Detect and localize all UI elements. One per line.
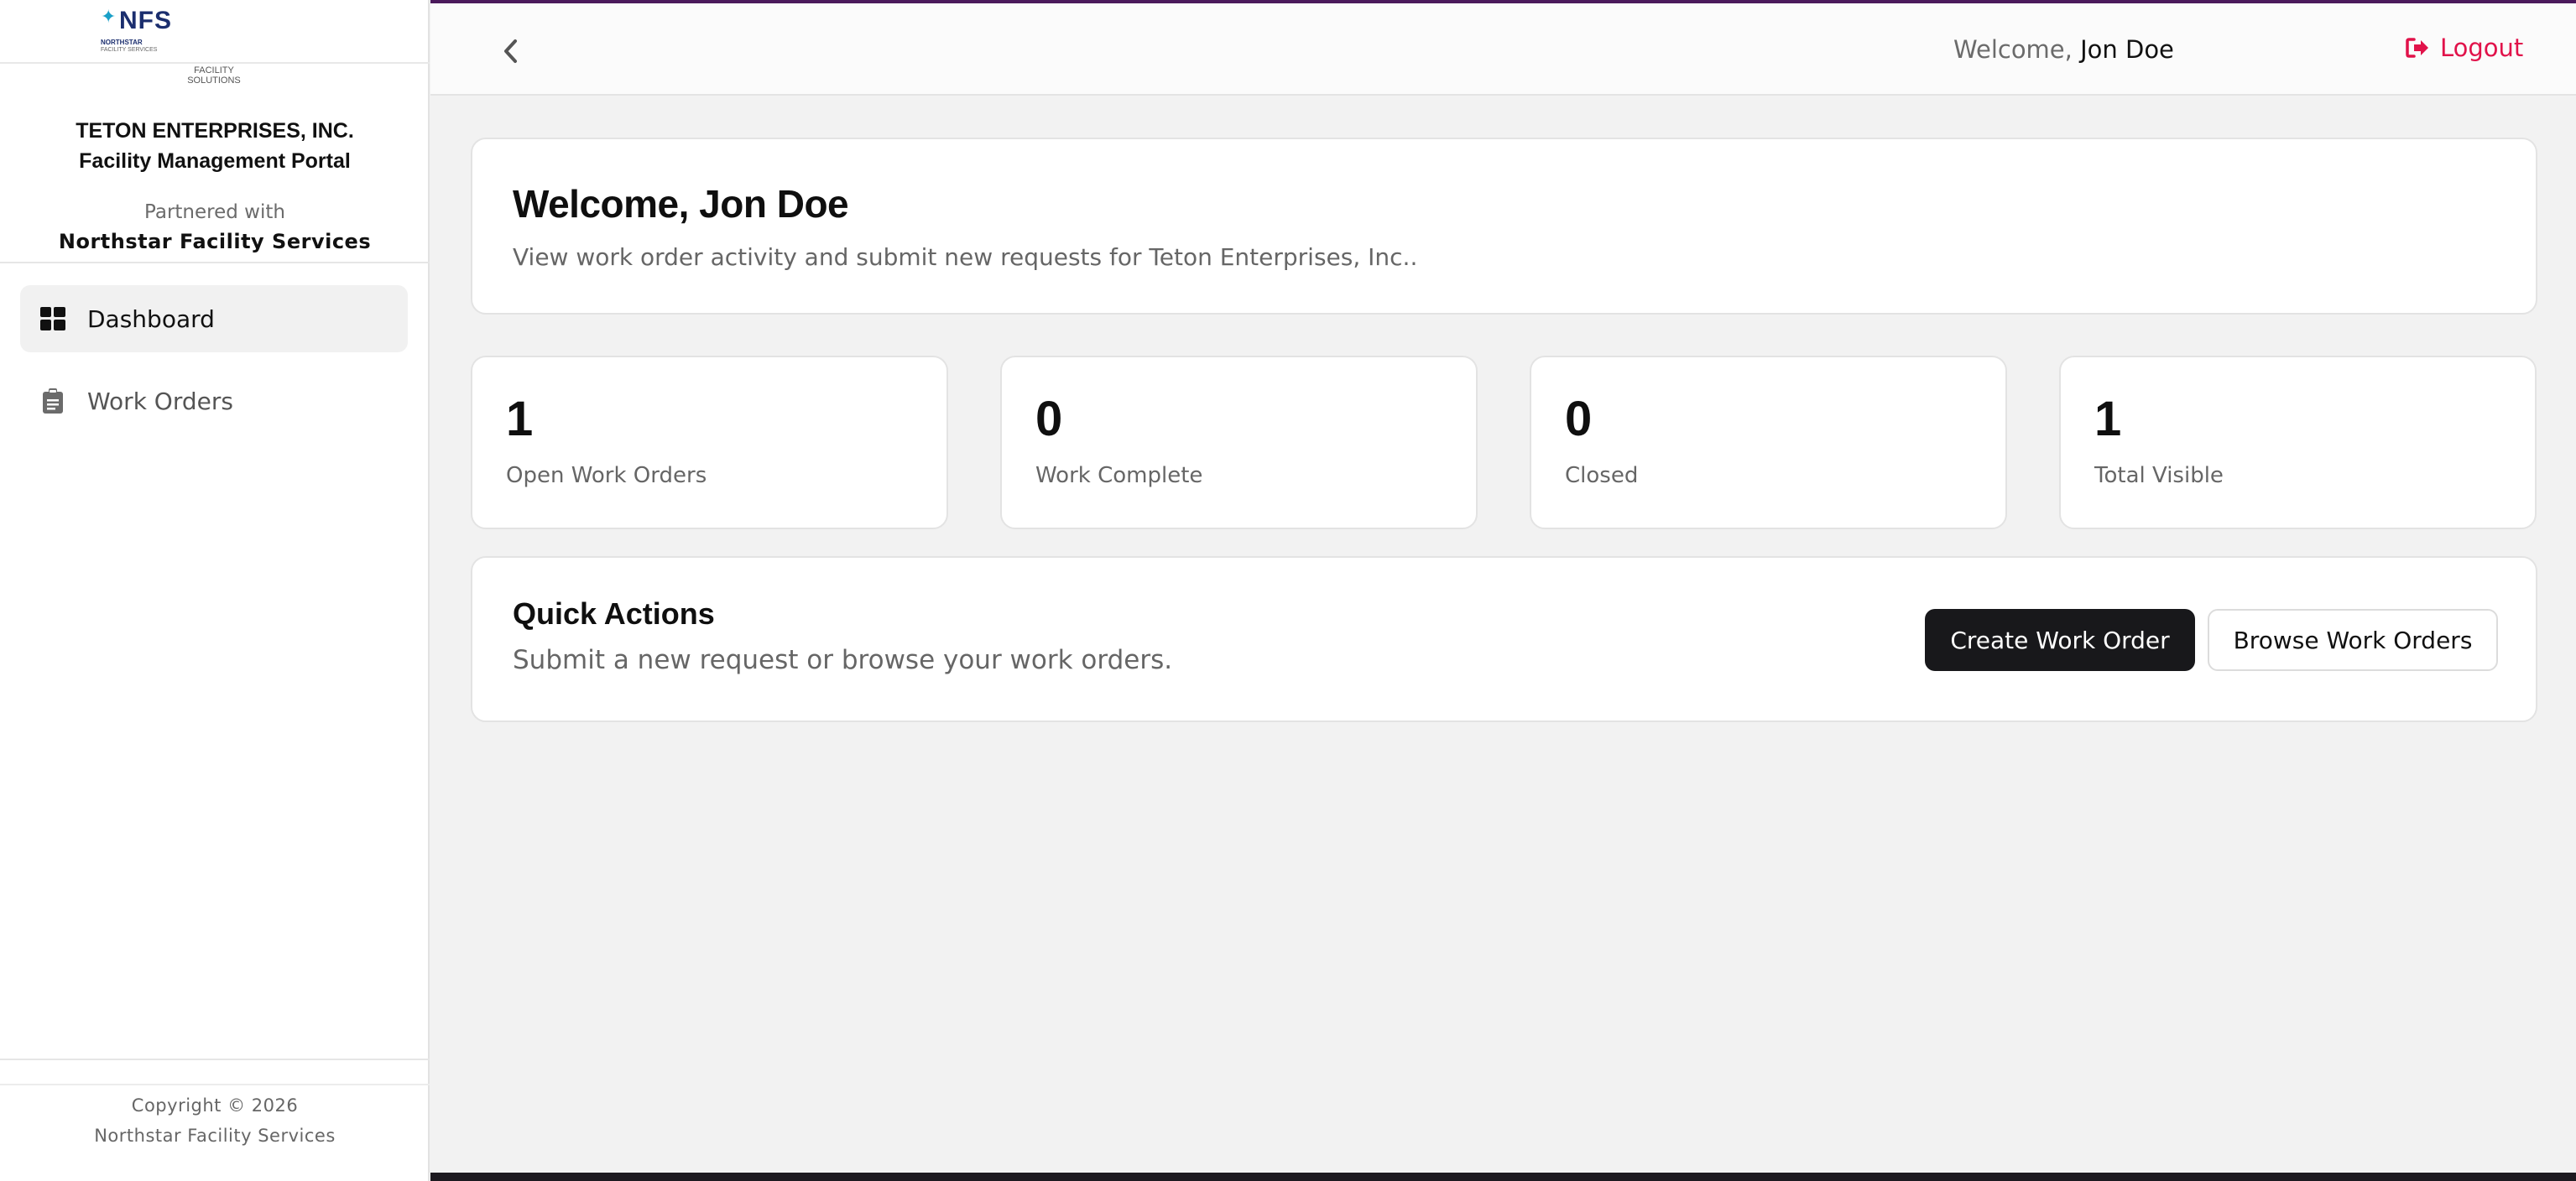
welcome-user: Welcome, Jon Doe — [1953, 35, 2174, 64]
portal-name: Facility Management Portal — [79, 149, 351, 173]
collapse-sidebar-button[interactable] — [489, 32, 531, 74]
organization-block: TETON ENTERPRISES, INC. Facility Managem… — [0, 116, 430, 176]
sign-out-icon — [2405, 34, 2432, 61]
chevron-left-icon — [503, 39, 518, 67]
dashboard-grid-icon — [40, 306, 65, 331]
org-name: TETON ENTERPRISES, INC. — [76, 119, 354, 143]
stat-card-total-visible: 1 Total Visible — [2059, 356, 2537, 529]
nfs-logo[interactable]: ✦ NFS NORTHSTAR FACILITY SERVICES — [99, 7, 191, 55]
logo-text: NFS — [119, 7, 172, 34]
stat-value: 1 — [506, 392, 534, 446]
stat-card-work-complete: 0 Work Complete — [1000, 356, 1478, 529]
sidebar: ✦ NFS NORTHSTAR FACILITY SERVICES FACILI… — [0, 0, 430, 1181]
sidebar-item-dashboard[interactable]: Dashboard — [20, 285, 408, 352]
stat-label: Total Visible — [2094, 463, 2224, 488]
partner-name: Northstar Facility Services — [58, 230, 372, 253]
sidebar-item-work-orders[interactable]: Work Orders — [20, 367, 408, 434]
clipboard-icon — [40, 388, 65, 414]
logo-star-icon: ✦ — [101, 7, 117, 28]
partner-block: Partnered with Northstar Facility Servic… — [0, 198, 430, 257]
sidebar-item-label: Dashboard — [87, 304, 215, 333]
welcome-prefix: Welcome, — [1953, 35, 2073, 64]
browse-work-orders-button[interactable]: Browse Work Orders — [2208, 609, 2498, 671]
top-bar: Welcome, Jon Doe Logout — [430, 0, 2576, 96]
quick-actions-card: Quick Actions Submit a new request or br… — [471, 556, 2537, 722]
welcome-card: Welcome, Jon Doe View work order activit… — [471, 138, 2537, 315]
stat-label: Open Work Orders — [506, 463, 707, 488]
quick-actions-title: Quick Actions — [513, 596, 715, 631]
logout-label: Logout — [2440, 34, 2524, 62]
create-work-order-button[interactable]: Create Work Order — [1925, 609, 2195, 671]
stat-card-closed: 0 Closed — [1530, 356, 2007, 529]
stat-value: 0 — [1565, 392, 1593, 446]
logout-button[interactable]: Logout — [2405, 34, 2523, 62]
footer-divider — [0, 1059, 430, 1060]
sidebar-item-label: Work Orders — [87, 387, 233, 415]
page-title: Welcome, Jon Doe — [513, 182, 849, 226]
footer-divider-2 — [0, 1084, 430, 1085]
partnered-label: Partnered with — [144, 201, 285, 223]
quick-actions-subtitle: Submit a new request or browse your work… — [513, 645, 1173, 675]
stat-label: Closed — [1565, 463, 1639, 488]
sidebar-footer: Copyright © 2026 Northstar Facility Serv… — [0, 1090, 430, 1151]
sidebar-divider — [0, 262, 430, 263]
user-name: Jon Doe — [2080, 35, 2174, 64]
stat-value: 0 — [1035, 392, 1063, 446]
logo-tagline: FACILITY SOLUTIONS — [187, 65, 241, 86]
stat-card-open-work-orders: 1 Open Work Orders — [471, 356, 948, 529]
copyright-text: Copyright © 2026 — [131, 1095, 299, 1116]
logo-subtext: NORTHSTAR — [101, 39, 143, 46]
stat-label: Work Complete — [1035, 463, 1203, 488]
footer-company: Northstar Facility Services — [94, 1126, 336, 1146]
logo-area: ✦ NFS NORTHSTAR FACILITY SERVICES — [0, 0, 430, 64]
stat-value: 1 — [2094, 392, 2122, 446]
page-subtitle: View work order activity and submit new … — [513, 243, 1418, 271]
logo-subtext-2: FACILITY SERVICES — [101, 47, 158, 53]
bottom-edge-strip — [430, 1173, 2576, 1181]
